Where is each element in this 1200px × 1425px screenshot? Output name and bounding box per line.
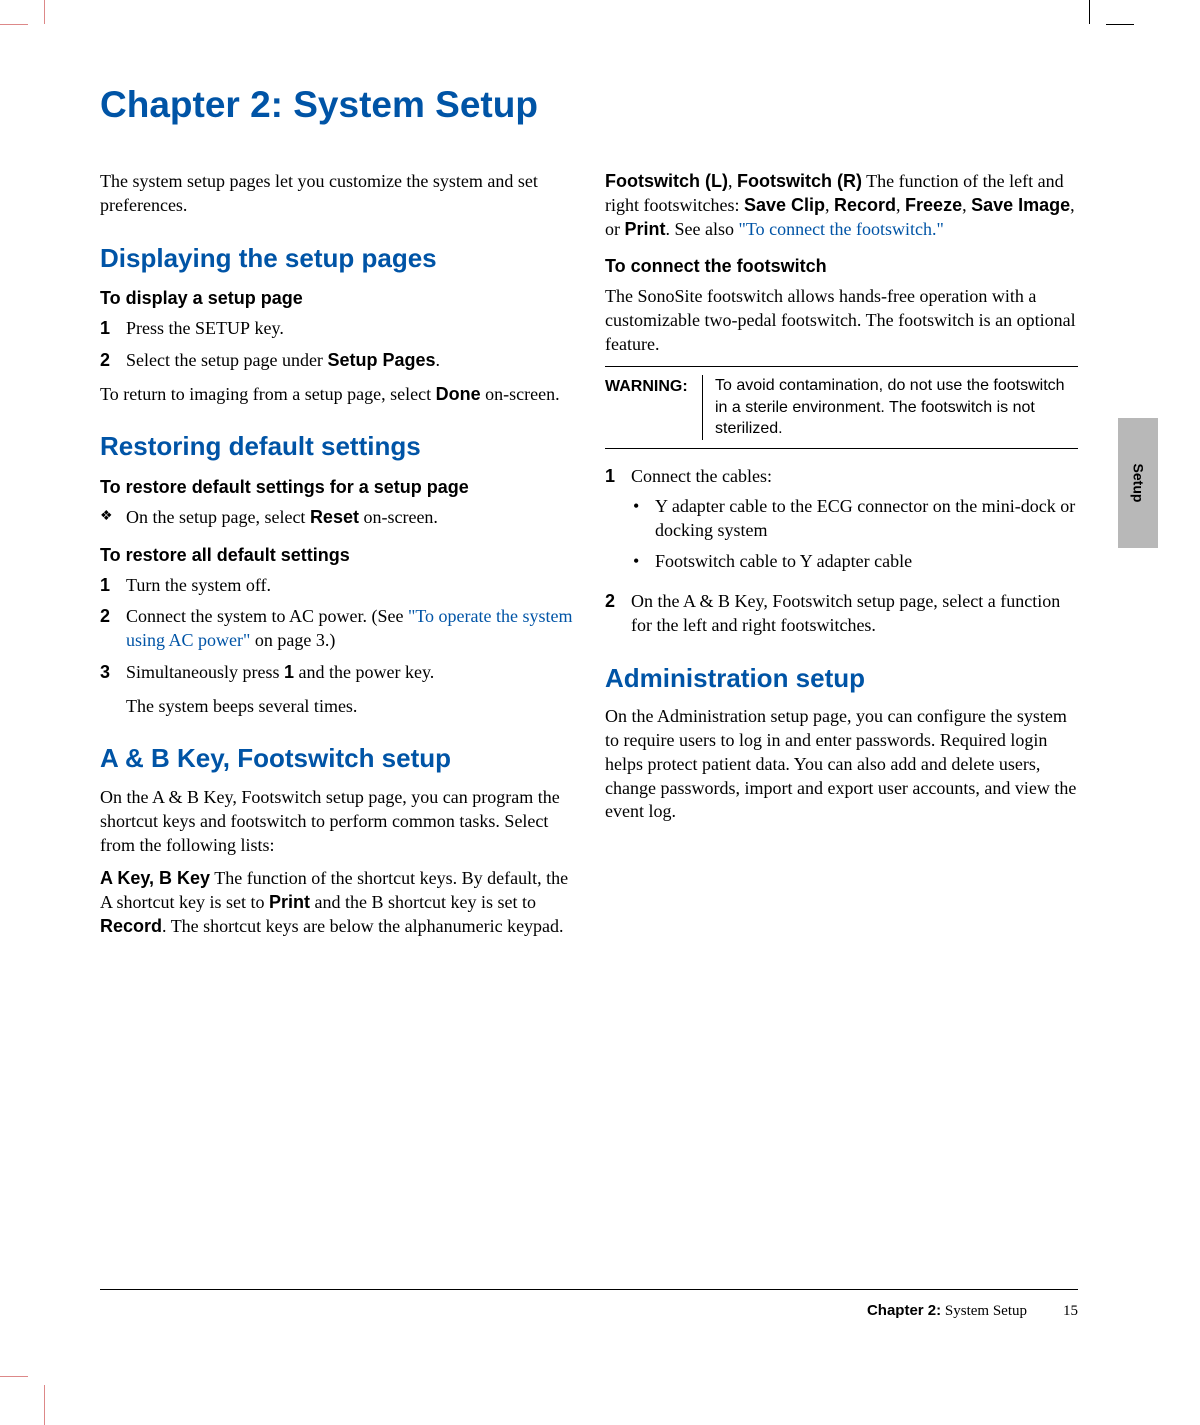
section-admin: Administration setup	[605, 664, 1078, 694]
sub-restore-all: To restore all default settings	[100, 544, 573, 568]
sub-connect-footswitch: To connect the footswitch	[605, 255, 1078, 279]
display-steps: 1 Press the SETUP key. 2 Select the setu…	[100, 317, 573, 373]
footer-rule	[100, 1289, 1078, 1290]
step-body: On the setup page, select Reset on-scree…	[126, 506, 438, 530]
beep-text: The system beeps several times.	[126, 695, 573, 719]
step-number: 1	[100, 574, 126, 598]
abkey-p1: On the A & B Key, Footswitch setup page,…	[100, 786, 573, 857]
step-body: Connect the system to AC power. (See "To…	[126, 605, 573, 653]
list-item: 2 Connect the system to AC power. (See "…	[100, 605, 573, 653]
return-text: To return to imaging from a setup page, …	[100, 383, 573, 407]
section-abkey: A & B Key, Footswitch setup	[100, 744, 573, 774]
side-tab-label: Setup	[1130, 464, 1146, 503]
step-number: 1	[100, 317, 126, 341]
list-item: On the setup page, select Reset on-scree…	[100, 506, 573, 530]
list-item: 2 On the A & B Key, Footswitch setup pag…	[605, 590, 1078, 638]
footer-page-number: 15	[1063, 1303, 1078, 1319]
section-displaying: Displaying the setup pages	[100, 244, 573, 274]
list-item: Y adapter cable to the ECG connector on …	[631, 495, 1078, 543]
step-body: Connect the cables: Y adapter cable to t…	[631, 465, 1078, 582]
admin-p1: On the Administration setup page, you ca…	[605, 705, 1078, 824]
step-number: 2	[100, 349, 126, 373]
left-column: The system setup pages let you customize…	[100, 170, 573, 949]
connect-steps: 1 Connect the cables: Y adapter cable to…	[605, 465, 1078, 638]
abkey-p2: A Key, B Key The function of the shortcu…	[100, 867, 573, 938]
footer-chapter: Chapter 2:	[867, 1302, 941, 1319]
sub-to-display: To display a setup page	[100, 287, 573, 311]
cable-bullets: Y adapter cable to the ECG connector on …	[631, 495, 1078, 574]
step-body: Select the setup page under Setup Pages.	[126, 349, 573, 373]
warning-text: To avoid contamination, do not use the f…	[703, 375, 1078, 440]
restore-page-list: On the setup page, select Reset on-scree…	[100, 506, 573, 530]
footswitch-p2: The SonoSite footswitch allows hands-fre…	[605, 285, 1078, 356]
footswitch-p1: Footswitch (L), Footswitch (R) The funct…	[605, 170, 1078, 241]
columns: The system setup pages let you customize…	[100, 170, 1078, 949]
intro-text: The system setup pages let you customize…	[100, 170, 573, 218]
list-item: 1 Connect the cables: Y adapter cable to…	[605, 465, 1078, 582]
list-item: Footswitch cable to Y adapter cable	[631, 550, 1078, 574]
section-restoring: Restoring default settings	[100, 432, 573, 462]
step-body: Simultaneously press 1 and the power key…	[126, 661, 573, 685]
footer: Chapter 2: System Setup 15	[867, 1302, 1078, 1320]
list-item: 1 Turn the system off.	[100, 574, 573, 598]
step-body: On the A & B Key, Footswitch setup page,…	[631, 590, 1078, 638]
xref-link[interactable]: "To connect the footswitch."	[739, 219, 944, 239]
list-item: 2 Select the setup page under Setup Page…	[100, 349, 573, 373]
side-tab: Setup	[1118, 418, 1158, 548]
step-body: Turn the system off.	[126, 574, 573, 598]
content: Chapter 2: System Setup The system setup…	[60, 38, 1118, 949]
step-number: 1	[605, 465, 631, 582]
list-item: 1 Press the SETUP key.	[100, 317, 573, 341]
list-item: 3 Simultaneously press 1 and the power k…	[100, 661, 573, 685]
right-column: Footswitch (L), Footswitch (R) The funct…	[605, 170, 1078, 949]
warning-label: WARNING:	[605, 375, 703, 440]
step-number: 2	[100, 605, 126, 653]
chapter-title: Chapter 2: System Setup	[100, 84, 1078, 126]
warning-box: WARNING: To avoid contamination, do not …	[605, 366, 1078, 449]
step-number: 2	[605, 590, 631, 638]
step-number: 3	[100, 661, 126, 685]
footer-title: System Setup	[941, 1303, 1027, 1319]
restore-all-steps: 1 Turn the system off. 2 Connect the sys…	[100, 574, 573, 685]
sub-restore-page: To restore default settings for a setup …	[100, 476, 573, 500]
page: Setup Chapter 2: System Setup The system…	[60, 38, 1118, 1348]
step-body: Press the SETUP key.	[126, 317, 573, 341]
